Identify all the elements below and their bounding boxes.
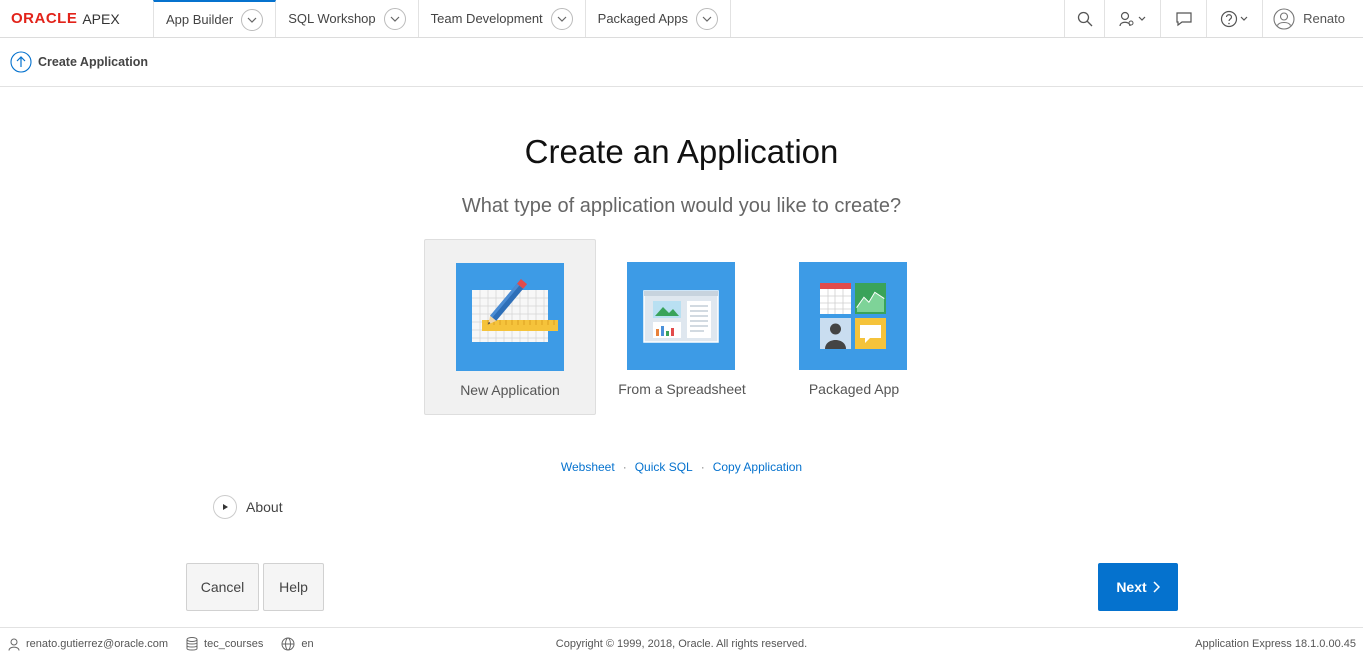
link-websheet[interactable]: Websheet xyxy=(561,460,615,474)
user-icon xyxy=(1273,7,1295,30)
search-icon[interactable] xyxy=(1064,0,1104,37)
cancel-button[interactable]: Cancel xyxy=(186,563,259,611)
tab-label: Team Development xyxy=(430,11,543,26)
option-label: Packaged App xyxy=(808,381,900,397)
up-arrow-icon[interactable] xyxy=(10,51,32,73)
chevron-right-icon xyxy=(1153,581,1160,593)
link-copy-application[interactable]: Copy Application xyxy=(713,460,802,474)
page-subtitle: What type of application would you like … xyxy=(461,195,902,217)
footer-copyright: Copyright © 1999, 2018, Oracle. All righ… xyxy=(555,638,808,650)
tab-label: App Builder xyxy=(166,12,234,27)
tab-label: SQL Workshop xyxy=(288,11,376,26)
tab-packaged-apps[interactable]: Packaged Apps xyxy=(586,0,732,37)
separator-dot: · xyxy=(622,460,627,474)
packaged-app-icon xyxy=(799,262,907,370)
separator-dot: · xyxy=(700,460,705,474)
new-application-icon xyxy=(456,263,564,371)
chevron-down-icon[interactable] xyxy=(241,8,264,31)
next-button[interactable]: Next xyxy=(1098,563,1178,611)
chevron-down-icon[interactable] xyxy=(383,7,406,30)
top-navigation: ORACLE APEX App Builder SQL Workshop Tea… xyxy=(0,0,1363,38)
about-toggle[interactable]: About xyxy=(213,495,283,519)
tab-sql-workshop[interactable]: SQL Workshop xyxy=(276,0,419,37)
chevron-down-icon[interactable] xyxy=(696,7,719,30)
tab-label: Packaged Apps xyxy=(597,11,689,26)
page-title: Create an Application xyxy=(524,133,839,170)
footer-version: Application Express 18.1.0.00.45 xyxy=(1195,638,1356,650)
user-menu[interactable]: Renato xyxy=(1262,0,1363,37)
apex-wordmark: APEX xyxy=(82,10,120,27)
feedback-icon[interactable] xyxy=(1160,0,1206,37)
admin-icon[interactable] xyxy=(1104,0,1160,37)
option-label: From a Spreadsheet xyxy=(618,381,746,397)
help-button[interactable]: Help xyxy=(263,563,324,611)
chevron-down-icon[interactable] xyxy=(550,7,573,30)
user-name: Renato xyxy=(1303,11,1345,26)
footer: renato.gutierrez@oracle.com tec_courses … xyxy=(0,627,1363,660)
help-icon[interactable] xyxy=(1206,0,1262,37)
other-options-links: Websheet · Quick SQL · Copy Application xyxy=(0,460,1363,474)
option-packaged-app[interactable]: Packaged App xyxy=(768,239,940,415)
link-quick-sql[interactable]: Quick SQL xyxy=(635,460,693,474)
tab-team-development[interactable]: Team Development xyxy=(419,0,586,37)
breadcrumb: Create Application xyxy=(0,38,1363,87)
spreadsheet-icon xyxy=(627,262,735,370)
oracle-apex-logo[interactable]: ORACLE APEX xyxy=(0,0,153,37)
tab-app-builder[interactable]: App Builder xyxy=(153,0,277,37)
breadcrumb-label: Create Application xyxy=(38,55,148,69)
expand-icon[interactable] xyxy=(213,495,237,519)
option-from-spreadsheet[interactable]: From a Spreadsheet xyxy=(596,239,768,415)
about-label: About xyxy=(246,499,283,515)
option-new-application[interactable]: New Application xyxy=(424,239,596,415)
option-label: New Application xyxy=(460,382,560,398)
oracle-wordmark: ORACLE xyxy=(11,10,78,27)
next-label: Next xyxy=(1116,579,1147,595)
